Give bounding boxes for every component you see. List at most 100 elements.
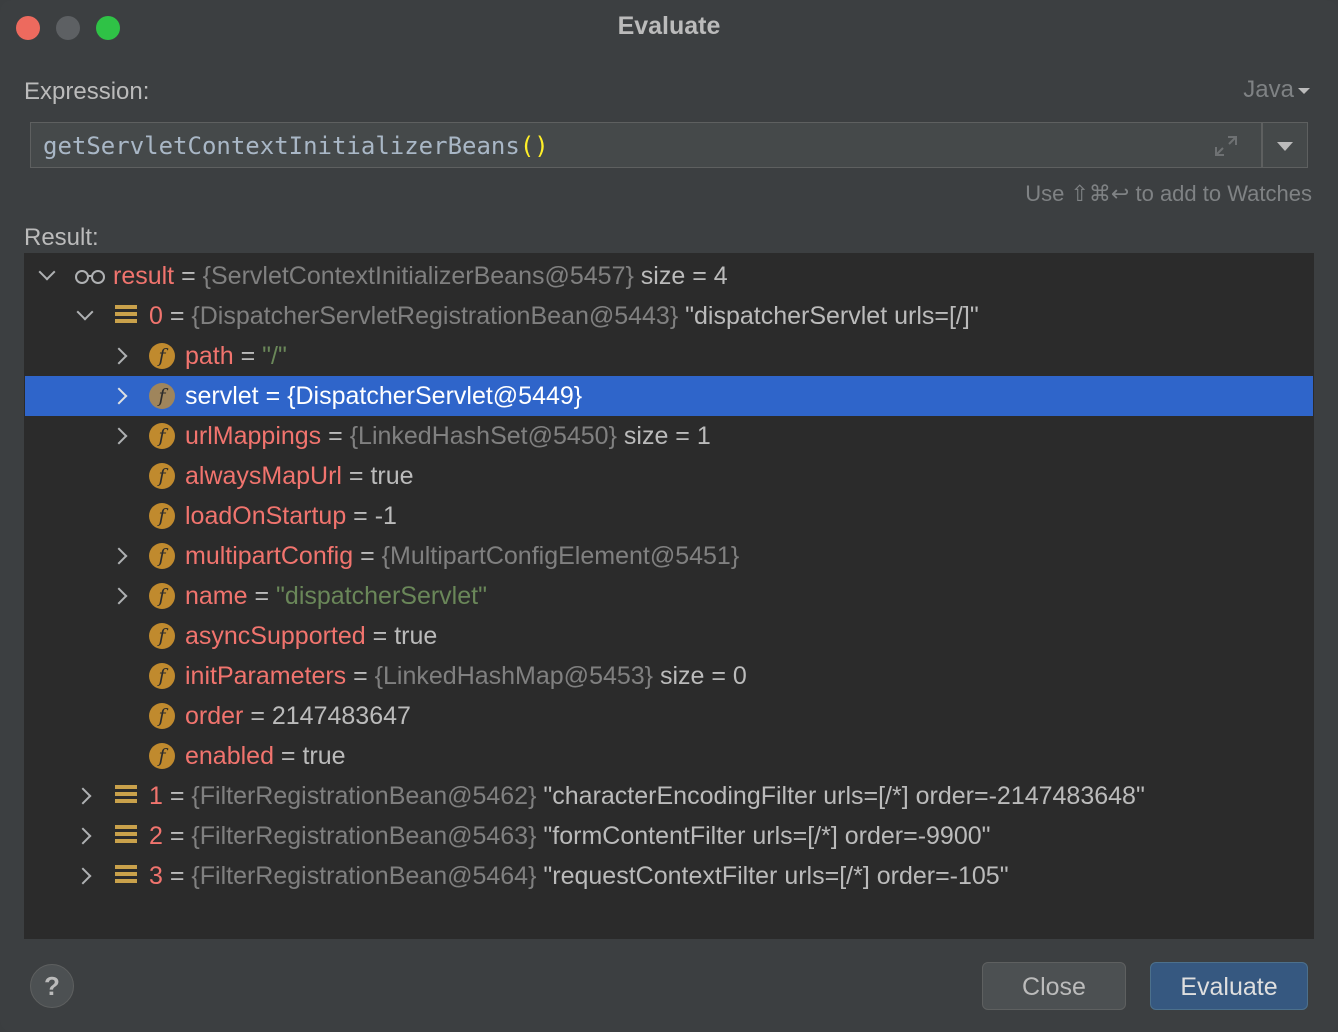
row-name: 2 xyxy=(149,822,163,850)
evaluate-button[interactable]: Evaluate xyxy=(1150,962,1308,1010)
field-icon: f xyxy=(149,423,175,449)
equals-sign: = xyxy=(174,262,203,290)
tree-row-loadOnStartup[interactable]: f loadOnStartup = -1 xyxy=(25,496,1313,536)
language-selector[interactable]: Java xyxy=(1243,76,1310,104)
equals-sign: = xyxy=(321,422,350,450)
chevron-down-icon xyxy=(1277,142,1293,151)
tree-row-result[interactable]: result = {ServletContextInitializerBeans… xyxy=(25,256,1313,296)
watch-glasses-icon xyxy=(75,270,105,284)
expression-label: Expression: xyxy=(24,78,150,105)
language-label: Java xyxy=(1243,76,1294,103)
expression-text: getServletContextInitializerBeans() xyxy=(43,132,549,160)
field-icon: f xyxy=(149,343,175,369)
equals-sign: = xyxy=(243,702,272,730)
row-name: name xyxy=(185,582,248,610)
row-value: "characterEncodingFilter urls=[/*] order… xyxy=(536,782,1145,810)
tree-row-1[interactable]: 1 = {FilterRegistrationBean@5462} "chara… xyxy=(25,776,1313,816)
row-value: "dispatcherServlet urls=[/]" xyxy=(678,302,979,330)
chevron-down-icon[interactable] xyxy=(76,303,94,321)
equals-sign: = xyxy=(341,462,371,490)
row-name: 1 xyxy=(149,782,163,810)
tree-row-servlet[interactable]: f servlet = {DispatcherServlet@5449} xyxy=(25,376,1313,416)
tree-row-enabled[interactable]: f enabled = true xyxy=(25,736,1313,776)
expression-value: getServletContextInitializerBeans xyxy=(43,132,520,160)
row-value: "requestContextFilter urls=[/*] order=-1… xyxy=(536,862,1009,890)
tree-row-3[interactable]: 3 = {FilterRegistrationBean@5464} "reque… xyxy=(25,856,1313,896)
row-name: 3 xyxy=(149,862,163,890)
chevron-right-icon[interactable] xyxy=(110,427,128,445)
equals-sign: = xyxy=(162,822,192,850)
chevron-right-icon[interactable] xyxy=(110,347,128,365)
row-name: urlMappings xyxy=(185,422,322,450)
tree-row-0[interactable]: 0 = {DispatcherServletRegistrationBean@5… xyxy=(25,296,1313,336)
close-button[interactable]: Close xyxy=(982,962,1126,1010)
array-element-icon xyxy=(115,785,137,807)
field-icon: f xyxy=(149,663,175,689)
equals-sign: = xyxy=(258,382,288,410)
tree-row-initParameters[interactable]: f initParameters = {LinkedHashMap@5453} … xyxy=(25,656,1313,696)
equals-sign: = xyxy=(247,582,277,610)
tree-row-order[interactable]: f order = 2147483647 xyxy=(25,696,1313,736)
field-icon: f xyxy=(149,463,175,489)
tree-row-multipartConfig[interactable]: f multipartConfig = {MultipartConfigElem… xyxy=(25,536,1313,576)
tree-row-urlMappings[interactable]: f urlMappings = {LinkedHashSet@5450} siz… xyxy=(25,416,1313,456)
expression-parens: () xyxy=(519,132,549,160)
equals-sign: = xyxy=(162,782,192,810)
field-icon: f xyxy=(149,503,175,529)
chevron-right-icon[interactable] xyxy=(110,387,128,405)
tree-row-asyncSupported[interactable]: f asyncSupported = true xyxy=(25,616,1313,656)
row-name: alwaysMapUrl xyxy=(185,462,342,490)
chevron-right-icon[interactable] xyxy=(110,547,128,565)
row-value: "dispatcherServlet" xyxy=(276,582,487,610)
row-name: asyncSupported xyxy=(185,622,366,650)
tree-row-alwaysMapUrl[interactable]: f alwaysMapUrl = true xyxy=(25,456,1313,496)
row-type: {FilterRegistrationBean@5464} xyxy=(191,862,537,890)
field-icon: f xyxy=(149,383,175,409)
row-name: path xyxy=(185,342,234,370)
row-value: size = 0 xyxy=(653,662,747,690)
row-value: "formContentFilter urls=[/*] order=-9900… xyxy=(536,822,991,850)
row-value: true xyxy=(394,622,438,650)
history-dropdown-button[interactable] xyxy=(1262,122,1308,168)
watches-hint: Use ⇧⌘↩ to add to Watches xyxy=(1025,181,1312,206)
row-name: servlet xyxy=(185,382,259,410)
window-title: Evaluate xyxy=(617,12,721,40)
row-name: enabled xyxy=(185,742,274,770)
result-tree[interactable]: result = {ServletContextInitializerBeans… xyxy=(24,253,1314,939)
chevron-right-icon[interactable] xyxy=(74,787,92,805)
expand-icon[interactable] xyxy=(1213,134,1239,158)
row-type: {ServletContextInitializerBeans@5457} xyxy=(202,262,634,290)
tree-row-name[interactable]: f name = "dispatcherServlet" xyxy=(25,576,1313,616)
row-type: {LinkedHashSet@5450} xyxy=(349,422,617,450)
row-value: 2147483647 xyxy=(271,702,411,730)
evaluate-dialog: Evaluate Expression: Java getServletCont… xyxy=(0,0,1338,1032)
help-button[interactable]: ? xyxy=(30,964,74,1008)
field-icon: f xyxy=(149,543,175,569)
chevron-down-icon[interactable] xyxy=(38,263,56,281)
chevron-right-icon[interactable] xyxy=(110,587,128,605)
row-value: true xyxy=(302,742,346,770)
field-icon: f xyxy=(149,583,175,609)
result-label: Result: xyxy=(24,224,99,251)
title-bar: Evaluate xyxy=(0,0,1338,56)
tree-row-2[interactable]: 2 = {FilterRegistrationBean@5463} "formC… xyxy=(25,816,1313,856)
row-type: {LinkedHashMap@5453} xyxy=(374,662,654,690)
row-type: {FilterRegistrationBean@5463} xyxy=(191,822,537,850)
field-icon: f xyxy=(149,623,175,649)
equals-sign: = xyxy=(162,862,192,890)
chevron-right-icon[interactable] xyxy=(74,867,92,885)
tree-row-path[interactable]: f path = "/" xyxy=(25,336,1313,376)
field-icon: f xyxy=(149,743,175,769)
row-type: {MultipartConfigElement@5451} xyxy=(381,542,740,570)
equals-sign: = xyxy=(162,302,192,330)
row-name: order xyxy=(185,702,244,730)
row-name: initParameters xyxy=(185,662,347,690)
chevron-right-icon[interactable] xyxy=(74,827,92,845)
row-value: {DispatcherServlet@5449} xyxy=(287,382,583,410)
equals-sign: = xyxy=(273,742,303,770)
caret-down-icon xyxy=(1298,87,1310,94)
expression-input[interactable]: getServletContextInitializerBeans() xyxy=(30,122,1262,168)
field-icon: f xyxy=(149,703,175,729)
row-name: loadOnStartup xyxy=(185,502,347,530)
row-value: size = 1 xyxy=(616,422,711,450)
